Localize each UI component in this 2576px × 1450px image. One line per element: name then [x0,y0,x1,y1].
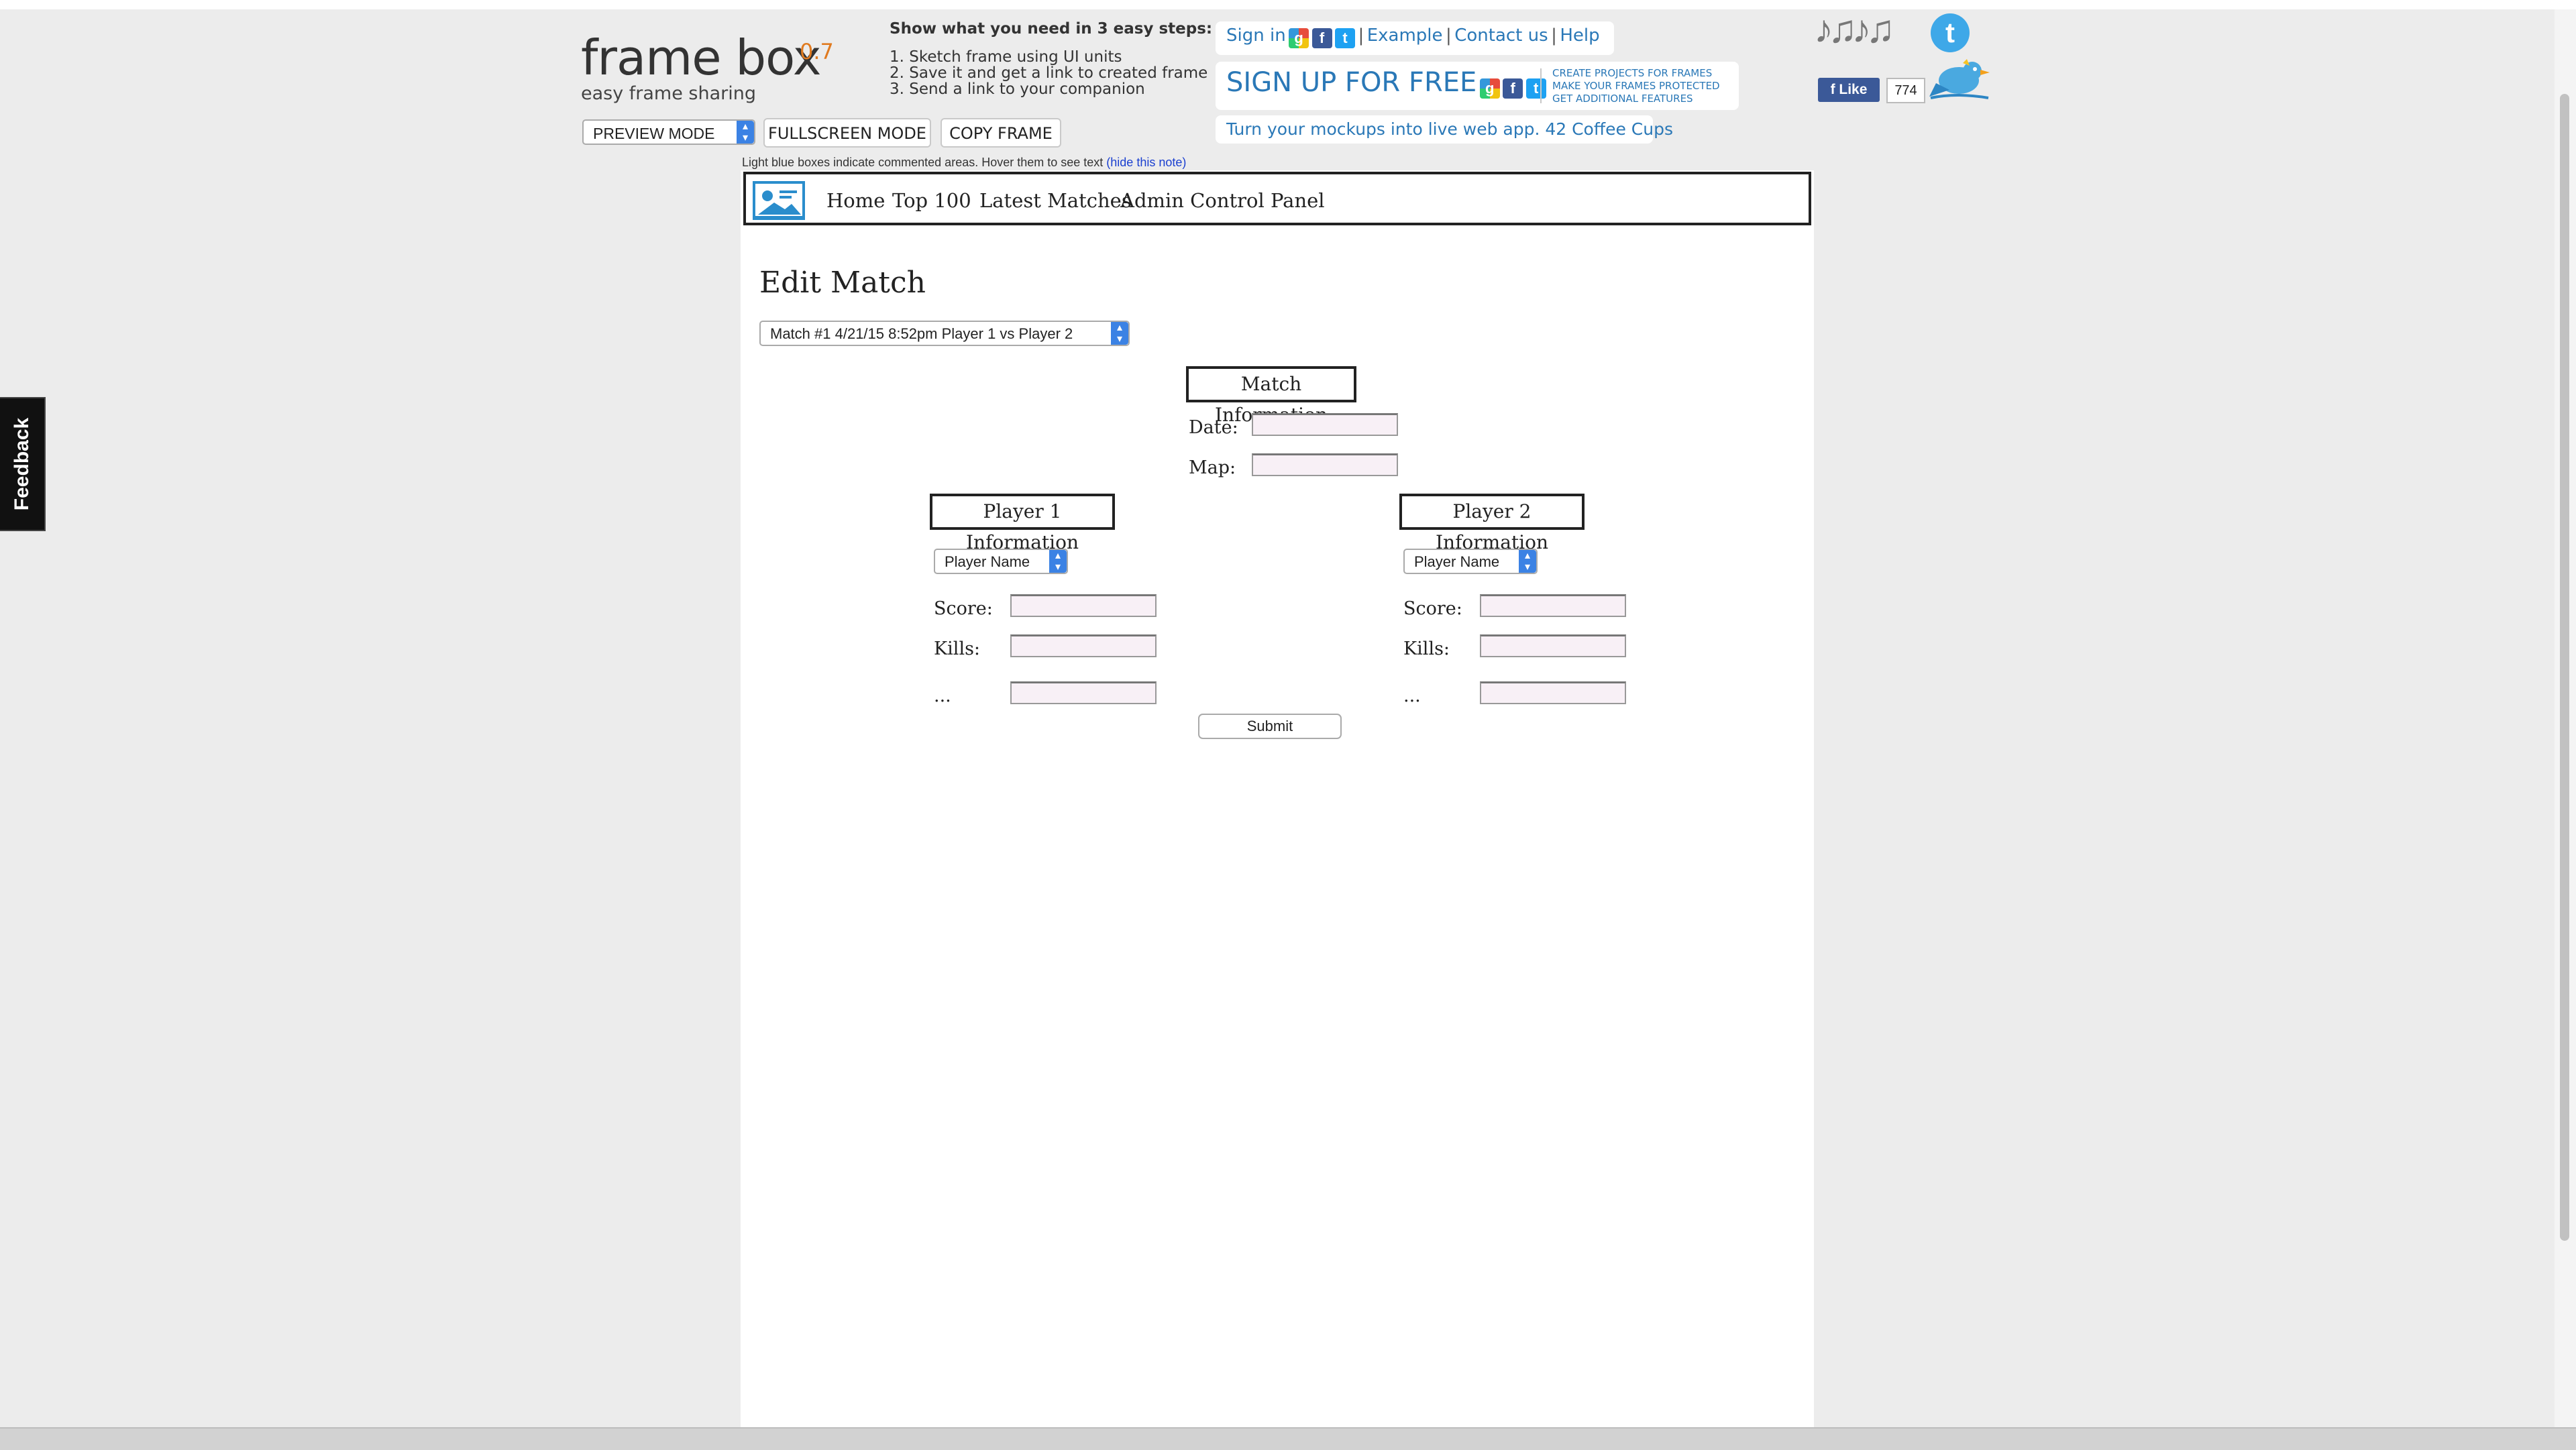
player2-kills-field[interactable] [1480,634,1626,657]
help-link[interactable]: Help [1560,25,1599,46]
facebook-icon: f [1830,82,1839,97]
app-tagline: easy frame sharing [581,83,757,104]
match-select[interactable]: Match #1 4/21/15 8:52pm Player 1 vs Play… [759,321,1130,346]
player1-kills-field[interactable] [1010,634,1157,657]
fullscreen-mode-button[interactable]: FULLSCREEN MODE [763,118,931,148]
signup-feature: GET ADDITIONAL FEATURES [1552,93,1693,105]
player2-heading: Player 2 Information [1399,494,1585,553]
signup-divider [1540,68,1542,103]
app-logo[interactable]: frame box [581,30,822,86]
music-notes-icon: ♪♫♪♫ [1814,7,1895,51]
player1-more-label: ... [934,685,951,706]
player2-name-select[interactable]: Player Name ▴ ▾ [1403,549,1538,574]
select-arrows-icon: ▴ ▾ [1111,322,1128,345]
match-info-heading: Match Information [1186,366,1356,426]
scrollbar-thumb[interactable] [2560,94,2569,1241]
comment-note: Light blue boxes indicate commented area… [742,156,1186,170]
nav-home[interactable]: Home [826,189,885,212]
date-label: Date: [1189,417,1238,438]
player1-name-select[interactable]: Player Name ▴ ▾ [934,549,1068,574]
contact-link[interactable]: Contact us [1454,25,1548,46]
twitter-circle-icon[interactable]: t [1931,13,1970,52]
twitter-icon[interactable]: t [1525,78,1546,99]
signup-row: SIGN UP FOR FREE g f t [1226,67,1546,99]
select-arrows-icon: ▴ ▾ [737,121,754,144]
google-icon[interactable]: g [1479,78,1500,99]
preview-mode-select[interactable]: PREVIEW MODE ▴ ▾ [582,119,755,145]
signup-feature: CREATE PROJECTS FOR FRAMES [1552,67,1713,79]
feedback-label: Feedback [11,417,33,511]
example-link[interactable]: Example [1367,25,1443,46]
note-text: Light blue boxes indicate commented area… [742,156,1107,169]
step-1: 1. Sketch frame using UI units [890,48,1122,66]
nav-admin-control-panel[interactable]: Admin Control Panel [1120,189,1325,212]
player2-more-field[interactable] [1480,681,1626,704]
signin-link[interactable]: Sign in [1226,25,1286,46]
feedback-tab[interactable]: Feedback [0,397,46,531]
player2-kills-label: Kills: [1403,638,1450,659]
window-top-edge [0,0,2576,9]
map-field[interactable] [1252,453,1398,476]
select-arrows-icon: ▴ ▾ [1049,550,1067,573]
twitter-bird-icon[interactable] [1929,56,1990,99]
google-icon[interactable]: g [1289,27,1309,48]
app-version: 0.7 [800,39,834,64]
submit-button[interactable]: Submit [1198,714,1342,739]
promo-link[interactable]: Turn your mockups into live web app. 42 … [1226,119,1673,139]
match-select-value: Match #1 4/21/15 8:52pm Player 1 vs Play… [770,325,1073,342]
bottom-status-bar [0,1427,2576,1450]
facebook-icon[interactable]: f [1311,27,1332,48]
player2-more-label: ... [1403,685,1421,706]
map-label: Map: [1189,457,1236,478]
separator: | [1358,25,1364,46]
mockup-canvas [741,170,1814,1427]
player2-score-field[interactable] [1480,594,1626,617]
player2-score-label: Score: [1403,598,1462,619]
player1-kills-label: Kills: [934,638,981,659]
site-logo-icon[interactable] [751,180,806,221]
player2-name-value: Player Name [1414,553,1500,570]
steps-title: Show what you need in 3 easy steps: [890,20,1213,38]
player1-score-field[interactable] [1010,594,1157,617]
select-arrows-icon: ▴ ▾ [1519,550,1536,573]
facebook-like-button[interactable]: f Like [1818,78,1880,102]
date-field[interactable] [1252,413,1398,436]
signup-link[interactable]: SIGN UP FOR FREE [1226,67,1477,98]
player1-score-label: Score: [934,598,993,619]
facebook-icon[interactable]: f [1503,78,1523,99]
step-3: 3. Send a link to your companion [890,80,1145,98]
player1-heading: Player 1 Information [930,494,1115,553]
twitter-icon[interactable]: t [1335,27,1356,48]
player1-name-value: Player Name [945,553,1030,570]
signin-row: Sign in g f t | Example | Contact us | H… [1226,25,1600,48]
nav-top-100[interactable]: Top 100 [892,189,971,212]
signup-feature: MAKE YOUR FRAMES PROTECTED [1552,80,1720,92]
page-title: Edit Match [759,266,926,300]
step-2: 2. Save it and get a link to created fra… [890,64,1208,82]
like-count: 774 [1886,78,1925,103]
like-label: Like [1839,82,1868,97]
preview-mode-value: PREVIEW MODE [593,125,715,142]
player1-more-field[interactable] [1010,681,1157,704]
separator: | [1445,25,1452,46]
copy-frame-button[interactable]: COPY FRAME [941,118,1061,148]
nav-latest-matches[interactable]: Latest Matches [979,189,1132,212]
hide-note-link[interactable]: (hide this note) [1106,156,1186,169]
separator: | [1551,25,1557,46]
